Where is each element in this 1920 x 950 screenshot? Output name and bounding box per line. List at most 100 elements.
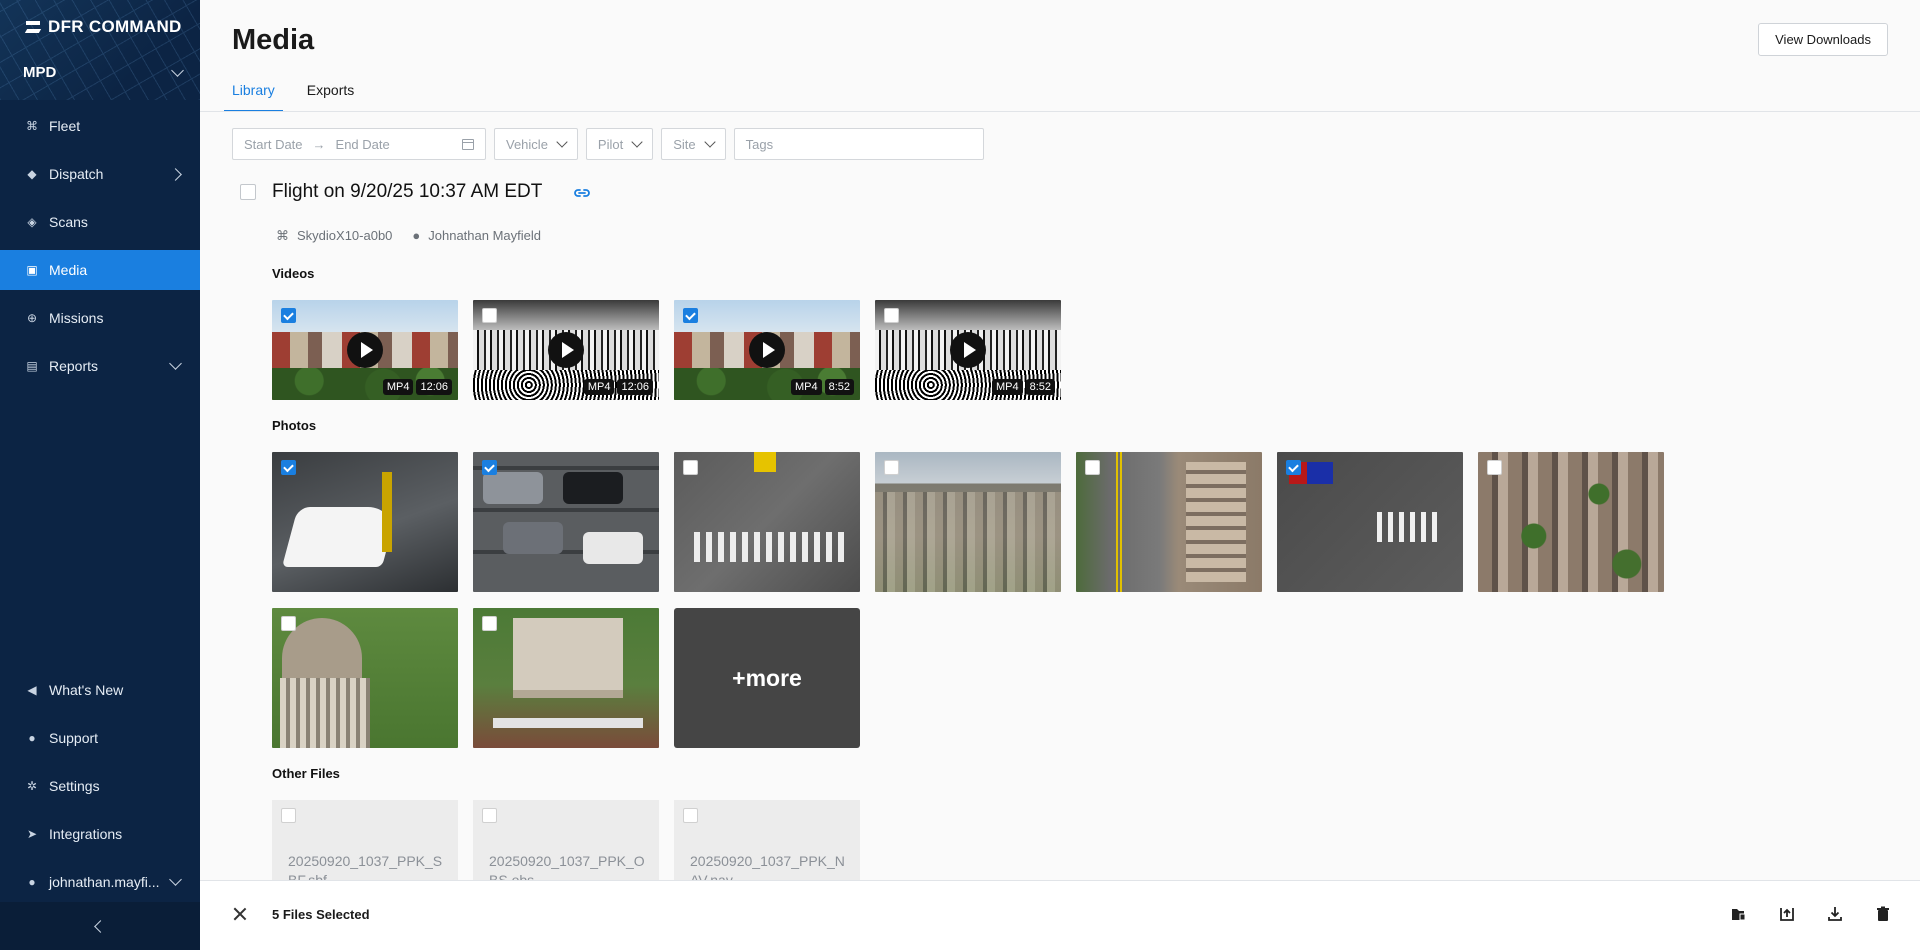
date-range-picker[interactable]: Start Date → End Date: [232, 128, 486, 160]
upload-icon: [1780, 908, 1794, 921]
end-date-input[interactable]: End Date: [336, 137, 390, 152]
photo-thumbnail[interactable]: [272, 608, 458, 748]
tab-bar: Library Exports: [224, 72, 378, 112]
target-icon: ⊕: [26, 311, 38, 325]
select-checkbox[interactable]: [1286, 460, 1301, 475]
sidebar-item-whats-new[interactable]: ◀ What's New: [0, 670, 200, 710]
play-icon[interactable]: [749, 332, 785, 368]
folder-icon: [1732, 909, 1746, 921]
brand-logo[interactable]: DFR COMMAND: [26, 17, 182, 37]
select-checkbox[interactable]: [482, 808, 497, 823]
format-badge: MP4: [583, 379, 615, 395]
chevron-down-icon: [171, 63, 184, 77]
photo-thumbnail[interactable]: [875, 452, 1061, 592]
play-icon[interactable]: [347, 332, 383, 368]
vehicle-name: SkydioX10-a0b0: [297, 228, 393, 243]
sidebar-item-reports[interactable]: ▤ Reports: [0, 346, 200, 386]
gear-icon: ✲: [26, 779, 38, 793]
sidebar-item-fleet[interactable]: ⌘ Fleet: [0, 106, 200, 146]
sidebar-item-label: Reports: [49, 358, 99, 374]
play-icon[interactable]: [950, 332, 986, 368]
sidebar-item-label: Scans: [49, 214, 88, 230]
download-button[interactable]: [1826, 905, 1844, 923]
show-more-button[interactable]: +more: [674, 608, 860, 748]
chevron-right-icon: [169, 167, 182, 181]
photos-section-label: Photos: [272, 418, 317, 433]
close-icon[interactable]: [232, 906, 248, 922]
vehicle-select[interactable]: Vehicle: [494, 128, 578, 160]
sidebar-item-dispatch[interactable]: ◆ Dispatch: [0, 154, 200, 194]
video-thumbnail[interactable]: MP4 8:52: [674, 300, 860, 400]
sidebar-item-settings[interactable]: ✲ Settings: [0, 766, 200, 806]
user-icon: ●: [412, 228, 421, 243]
file-card[interactable]: 20250920_1037_PPK_SBF.sbf: [272, 800, 458, 880]
photo-thumbnail[interactable]: [1076, 452, 1262, 592]
photo-thumbnail[interactable]: [1277, 452, 1463, 592]
link-icon[interactable]: [574, 186, 590, 202]
org-switcher[interactable]: MPD: [23, 63, 184, 81]
start-date-input[interactable]: Start Date: [244, 137, 303, 152]
photo-thumbnail[interactable]: [1478, 452, 1664, 592]
chat-icon: ●: [28, 731, 36, 745]
flight-select-checkbox[interactable]: [240, 184, 256, 200]
filter-bar: Start Date → End Date Vehicle Pilot Site…: [232, 128, 984, 160]
select-checkbox[interactable]: [884, 308, 899, 323]
select-checkbox[interactable]: [884, 460, 899, 475]
format-badge: MP4: [790, 379, 822, 395]
duration-badge: 12:06: [416, 379, 452, 395]
collapse-sidebar-button[interactable]: [0, 902, 200, 950]
duration-badge: 8:52: [1025, 379, 1055, 395]
select-checkbox[interactable]: [683, 308, 698, 323]
sidebar-item-user[interactable]: ● johnathan.mayfi...: [0, 862, 200, 902]
app-root: DFR COMMAND MPD ⌘ Fleet ◆ Dispatch ◈ Sca…: [0, 0, 1920, 950]
select-checkbox[interactable]: [683, 460, 698, 475]
sidebar-item-missions[interactable]: ⊕ Missions: [0, 298, 200, 338]
select-checkbox[interactable]: [281, 308, 296, 323]
selected-count: 5 Files Selected: [272, 907, 370, 922]
select-checkbox[interactable]: [1487, 460, 1502, 475]
sidebar-item-media[interactable]: ▣ Media: [0, 250, 200, 290]
sidebar-item-scans[interactable]: ◈ Scans: [0, 202, 200, 242]
file-name: 20250920_1037_PPK_NAV.nav: [690, 853, 845, 880]
sidebar-item-integrations[interactable]: ➤ Integrations: [0, 814, 200, 854]
megaphone-icon: ◀: [27, 683, 37, 697]
chevron-down-icon: [703, 135, 716, 148]
video-thumbnail[interactable]: MP4 12:06: [272, 300, 458, 400]
export-button[interactable]: [1778, 905, 1796, 923]
photo-thumbnail[interactable]: [473, 452, 659, 592]
add-to-folder-button[interactable]: [1730, 905, 1748, 923]
org-name: MPD: [23, 64, 57, 81]
select-checkbox[interactable]: [281, 616, 296, 631]
site-select[interactable]: Site: [661, 128, 726, 160]
photo-thumbnail[interactable]: [272, 452, 458, 592]
delete-button[interactable]: [1874, 905, 1892, 923]
video-badges: MP4 8:52: [790, 379, 854, 395]
document-icon: ▤: [26, 359, 38, 373]
select-checkbox[interactable]: [482, 616, 497, 631]
view-downloads-button[interactable]: View Downloads: [1758, 23, 1888, 56]
format-badge: MP4: [382, 379, 414, 395]
file-card[interactable]: 20250920_1037_PPK_NAV.nav: [674, 800, 860, 880]
play-icon[interactable]: [548, 332, 584, 368]
select-checkbox[interactable]: [482, 460, 497, 475]
select-checkbox[interactable]: [281, 808, 296, 823]
chevron-down-icon: [169, 873, 182, 886]
sidebar-item-support[interactable]: ● Support: [0, 718, 200, 758]
select-checkbox[interactable]: [482, 308, 497, 323]
pilot-select[interactable]: Pilot: [585, 128, 654, 160]
photo-thumbnail[interactable]: [473, 608, 659, 748]
select-checkbox[interactable]: [683, 808, 698, 823]
select-checkbox[interactable]: [281, 460, 296, 475]
sidebar-item-label: Support: [49, 730, 99, 746]
photo-thumbnail[interactable]: [674, 452, 860, 592]
flight-meta: ⌘ SkydioX10-a0b0 ● Johnathan Mayfield: [276, 228, 541, 244]
page-title: Media: [232, 24, 315, 56]
tags-input[interactable]: Tags: [733, 128, 984, 160]
video-thumbnail[interactable]: MP4 8:52: [875, 300, 1061, 400]
tab-exports[interactable]: Exports: [299, 72, 362, 112]
file-card[interactable]: 20250920_1037_PPK_OBS.obs: [473, 800, 659, 880]
video-thumbnail[interactable]: MP4 12:06: [473, 300, 659, 400]
select-checkbox[interactable]: [1085, 460, 1100, 475]
tab-library[interactable]: Library: [224, 72, 283, 112]
video-badges: MP4 12:06: [382, 379, 452, 395]
